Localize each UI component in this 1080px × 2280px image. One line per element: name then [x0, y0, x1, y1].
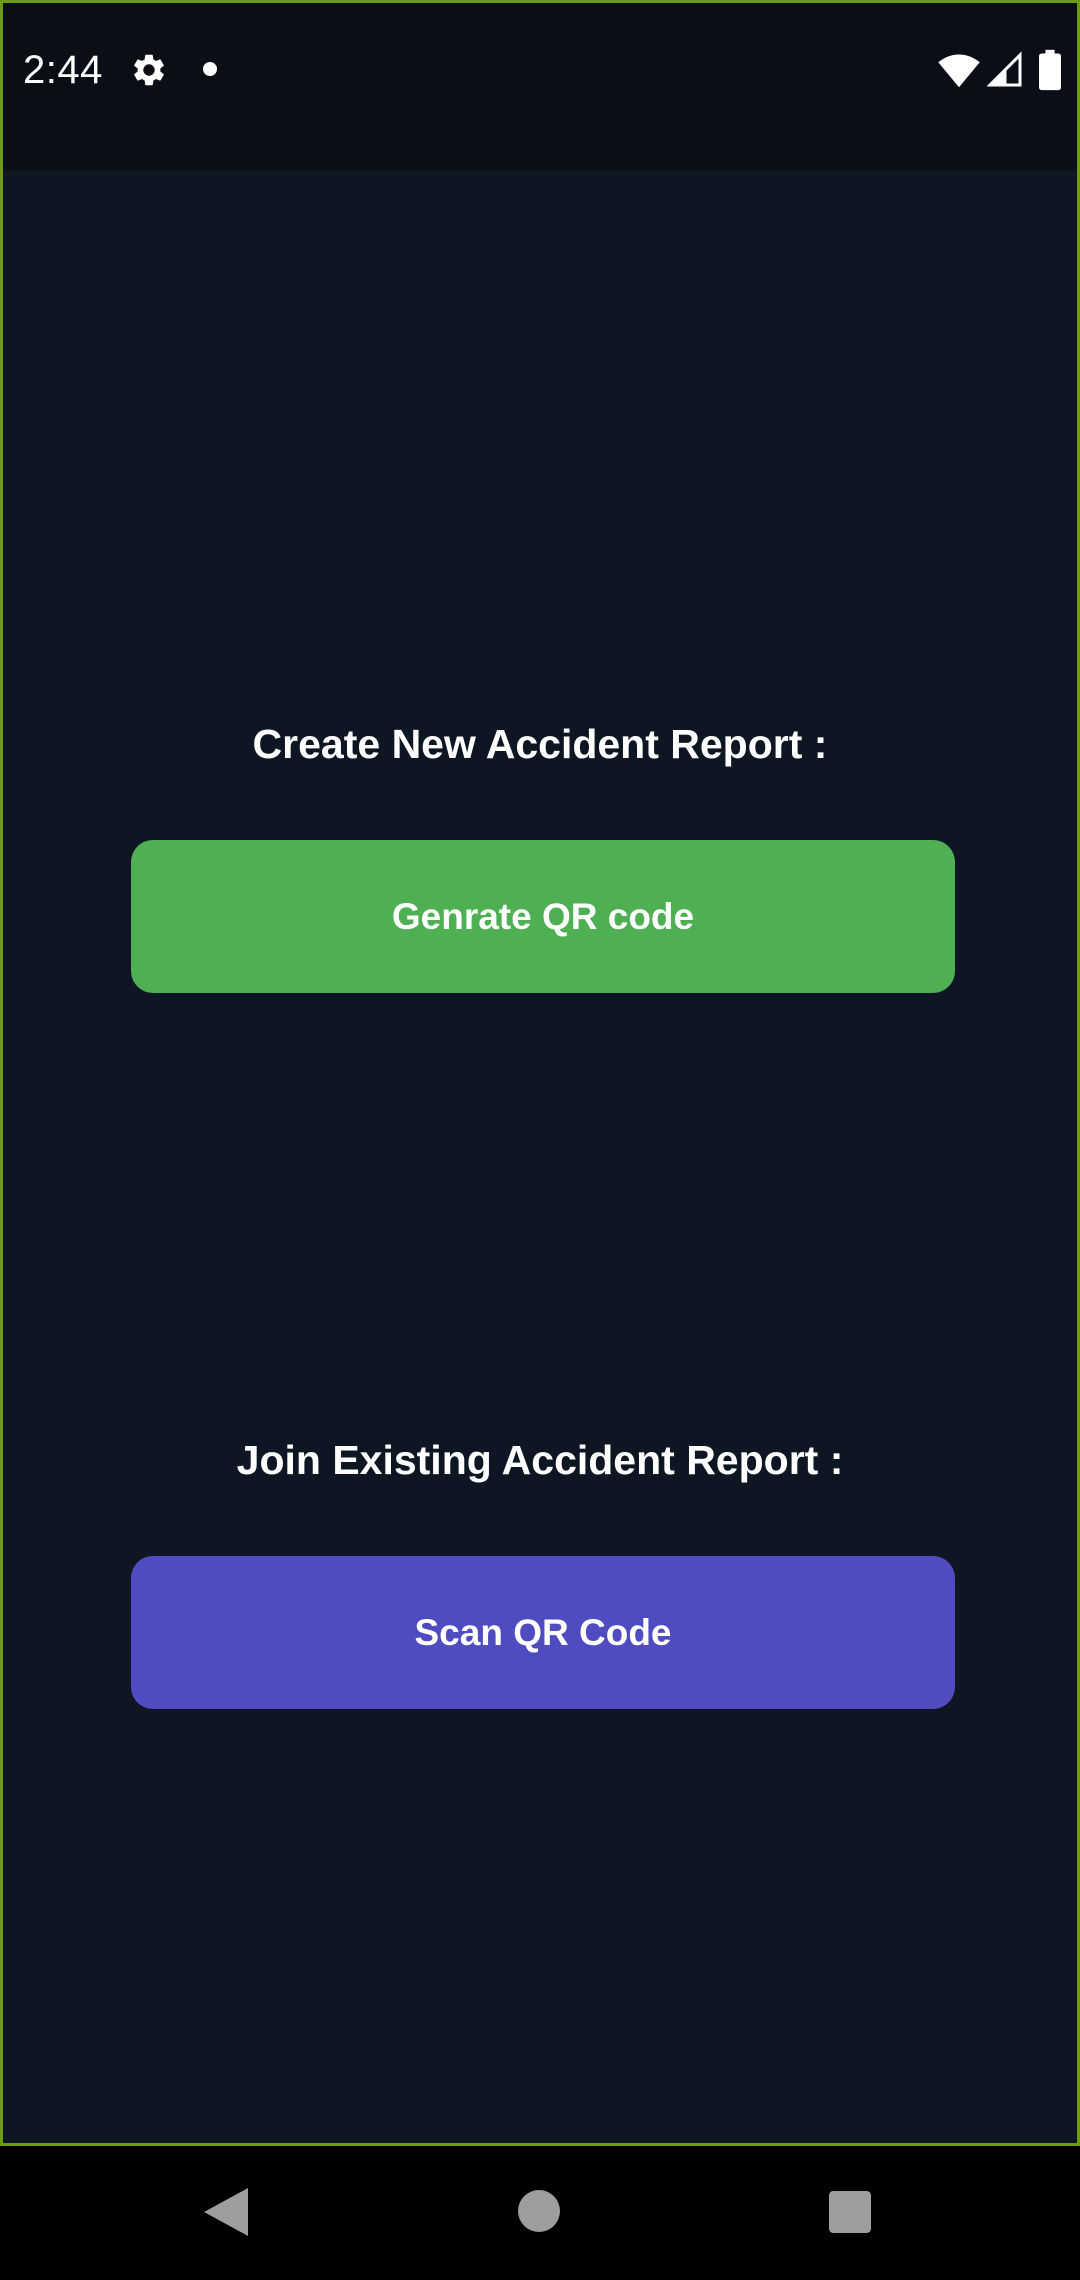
home-icon[interactable]: [518, 2190, 560, 2232]
join-report-heading: Join Existing Accident Report :: [236, 1437, 844, 1483]
status-time: 2:44: [23, 48, 103, 92]
app-window: 2:44 Create New Accident Report : Genrat…: [0, 0, 1080, 2146]
back-icon[interactable]: [204, 2188, 248, 2236]
gear-icon: [134, 54, 164, 86]
wifi-icon: [938, 54, 980, 88]
cell-signal-icon: [987, 51, 1022, 87]
generate-qr-button[interactable]: Genrate QR code: [131, 840, 955, 993]
create-report-heading: Create New Accident Report :: [252, 721, 828, 767]
scan-qr-button[interactable]: Scan QR Code: [131, 1556, 955, 1709]
recents-icon[interactable]: [829, 2191, 871, 2233]
status-bar: 2:44: [3, 3, 1077, 170]
phone-screen: 2:44 Create New Accident Report : Genrat…: [0, 0, 1080, 2280]
notification-dot-icon: [203, 62, 217, 76]
navigation-bar: [0, 2146, 1080, 2280]
battery-icon: [1039, 49, 1061, 91]
